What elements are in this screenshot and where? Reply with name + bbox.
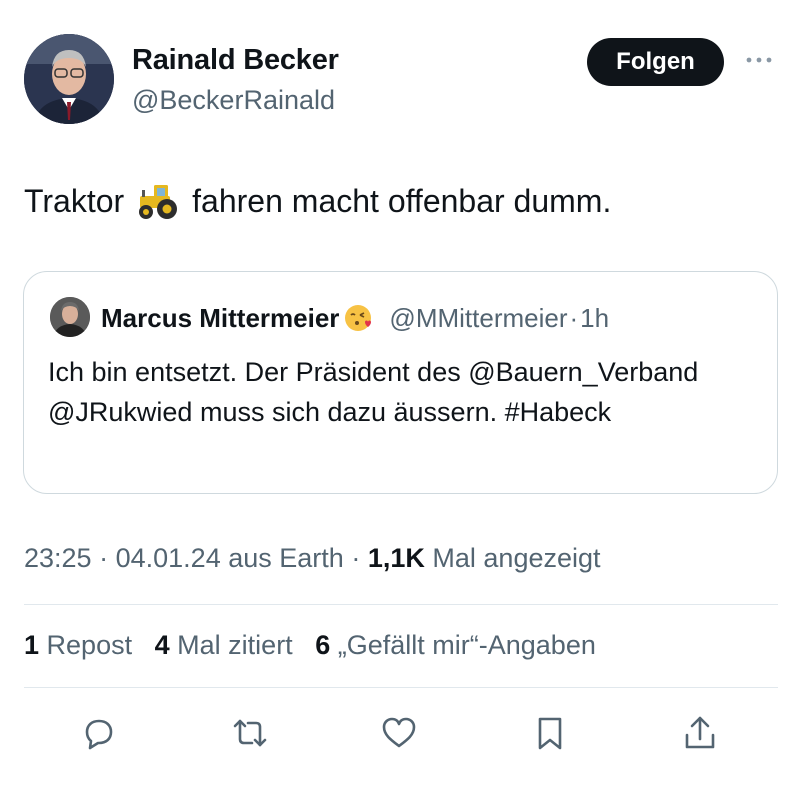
likes-label: „Gefällt mir“-Angaben <box>337 630 596 660</box>
quoted-tweet-time: 1h <box>580 302 610 333</box>
quotes-label: Mal zitiert <box>177 630 293 660</box>
likes-stat[interactable]: 6 „Gefällt mir“-Angaben <box>315 630 596 660</box>
divider <box>24 604 778 605</box>
quoted-author-avatar[interactable] <box>50 297 90 337</box>
quoted-separator: · <box>569 302 579 333</box>
meta-separator: · <box>351 543 361 573</box>
tweet-text-after: fahren macht offenbar dumm. <box>192 183 612 219</box>
kissing-heart-emoji <box>343 302 375 334</box>
tweet-text-before: Traktor <box>24 183 125 219</box>
views-count: 1,1K <box>367 543 425 573</box>
quotes-stat[interactable]: 4 Mal zitiert <box>155 630 293 660</box>
quoted-tweet-header: Marcus Mittermeier @MMittermeier · 1h <box>101 302 609 334</box>
views-label: Mal angezeigt <box>432 543 601 573</box>
retweet-icon[interactable] <box>230 713 270 753</box>
meta-separator: · <box>99 543 109 573</box>
author-handle[interactable]: @BeckerRainald <box>132 85 335 116</box>
share-icon[interactable] <box>680 713 720 753</box>
engagement-stats: 1 Repost 4 Mal zitiert 6 „Gefällt mir“-A… <box>24 630 596 661</box>
tweet-meta: 23:25 · 04.01.24 aus Earth · 1,1K Mal an… <box>24 543 601 574</box>
reposts-stat[interactable]: 1 Repost <box>24 630 132 660</box>
bookmark-icon[interactable] <box>530 713 570 753</box>
reply-icon[interactable] <box>78 713 118 753</box>
tweet-date[interactable]: 04.01.24 <box>116 543 221 573</box>
likes-count: 6 <box>315 630 331 660</box>
author-avatar[interactable] <box>24 34 114 124</box>
follow-button[interactable]: Folgen <box>587 38 724 86</box>
tweet-time[interactable]: 23:25 <box>24 543 92 573</box>
like-icon[interactable] <box>379 713 419 753</box>
divider <box>24 687 778 688</box>
author-name[interactable]: Rainald Becker <box>132 44 339 77</box>
tweet-source: aus Earth <box>228 543 344 573</box>
reposts-count: 1 <box>24 630 40 660</box>
quoted-author-handle[interactable]: @MMittermeier <box>389 303 567 334</box>
tractor-emoji <box>136 182 182 220</box>
reposts-label: Repost <box>46 630 133 660</box>
more-options-icon[interactable] <box>744 50 774 70</box>
tweet-text: Traktor fahren macht offenbar dumm. <box>24 180 611 222</box>
quoted-author-name[interactable]: Marcus Mittermeier <box>101 303 339 334</box>
quoted-tweet-text: Ich bin entsetzt. Der Präsident des @Bau… <box>48 357 699 427</box>
quotes-count: 4 <box>154 630 170 660</box>
